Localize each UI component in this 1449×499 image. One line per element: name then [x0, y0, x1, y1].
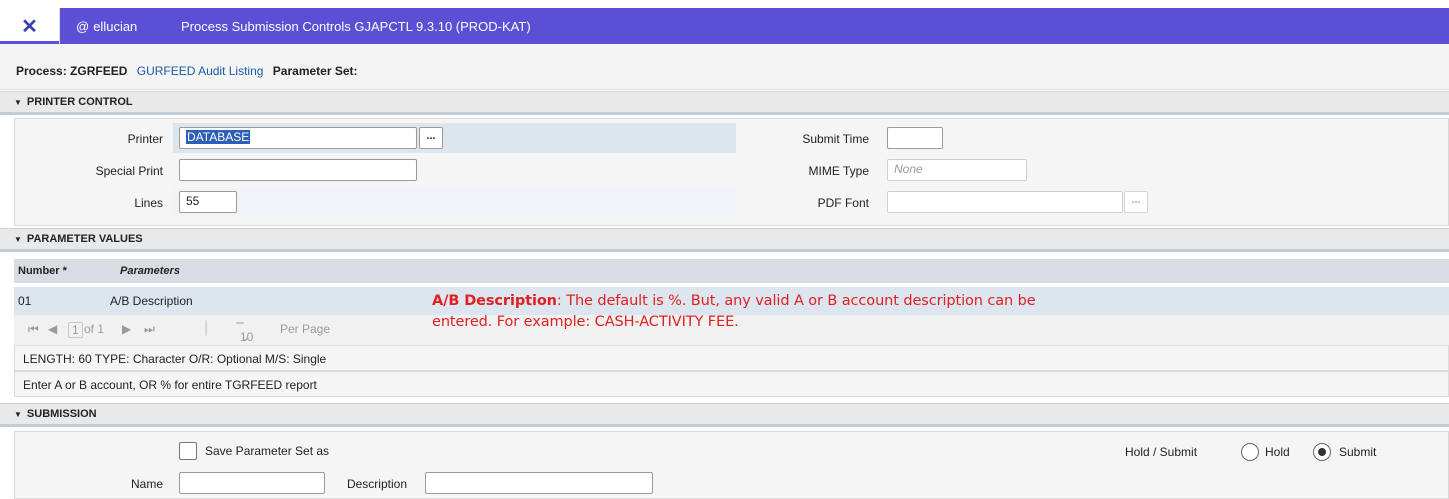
- hold-submit-label: Hold / Submit: [1125, 445, 1198, 459]
- first-page-icon[interactable]: ⏮: [28, 322, 39, 337]
- lines-label: Lines: [134, 196, 163, 210]
- logo-text: ellucian: [93, 18, 138, 34]
- lines-row-bg: [173, 187, 736, 217]
- row-parameter: A/B Description: [110, 294, 193, 308]
- process-label: Process:: [16, 64, 67, 78]
- annotation-line1: : The default is %. But, any valid A or …: [556, 293, 1036, 309]
- process-code: ZGRFEED: [70, 64, 128, 78]
- lines-input[interactable]: 55: [179, 191, 237, 213]
- parameter-help-line: Enter A or B account, OR % for entire TG…: [14, 371, 1449, 397]
- prev-page-icon[interactable]: ◀: [48, 322, 57, 336]
- process-name-link[interactable]: GURFEED Audit Listing: [137, 64, 264, 78]
- page-of-text: of 1: [84, 322, 105, 336]
- name-input[interactable]: [179, 472, 325, 494]
- printer-lookup-button[interactable]: ...: [419, 127, 443, 149]
- special-print-input[interactable]: [179, 159, 417, 181]
- parameters-table-header: Number * Parameters: [14, 259, 1449, 283]
- mime-type-input[interactable]: None: [887, 159, 1027, 181]
- pdf-font-lookup-button[interactable]: ...: [1124, 191, 1148, 213]
- collapse-triangle-icon: ▼: [14, 234, 22, 244]
- row-number: 01: [18, 294, 32, 308]
- submit-radio-label: Submit: [1339, 445, 1377, 459]
- page-title: Process Submission Controls GJAPCTL 9.3.…: [181, 18, 531, 34]
- parameter-info-line: LENGTH: 60 TYPE: Character O/R: Optional…: [14, 345, 1449, 371]
- section-title: PARAMETER VALUES: [26, 233, 143, 245]
- printer-label: Printer: [127, 132, 163, 146]
- collapse-triangle-icon: ▼: [14, 97, 22, 107]
- ellucian-logo-icon: @: [76, 18, 90, 34]
- section-title: SUBMISSION: [26, 408, 97, 420]
- close-icon: ✕: [21, 15, 38, 38]
- description-input[interactable]: [425, 472, 653, 494]
- name-label: Name: [130, 477, 163, 491]
- page-number-input[interactable]: 1: [68, 322, 83, 338]
- column-header-parameters[interactable]: Parameters: [120, 265, 180, 277]
- submit-time-input[interactable]: [887, 127, 943, 149]
- chevron-down-icon: ⌄: [240, 330, 251, 344]
- submission-section-header[interactable]: ▼ SUBMISSION: [0, 403, 1449, 427]
- annotation-note: A/B Description: The default is %. But, …: [432, 291, 1036, 333]
- mime-type-label: MIME Type: [808, 164, 869, 178]
- last-page-icon[interactable]: ⏭: [144, 322, 155, 337]
- printer-control-section-header[interactable]: ▼ PRINTER CONTROL: [0, 91, 1449, 115]
- annotation-bold: A/B Description: [432, 293, 557, 309]
- save-parameter-set-label: Save Parameter Set as: [205, 444, 330, 458]
- parameter-values-section-header[interactable]: ▼ PARAMETER VALUES: [0, 228, 1449, 252]
- section-title: PRINTER CONTROL: [26, 96, 133, 108]
- per-page-label: Per Page: [280, 322, 331, 336]
- process-info-bar: Process: ZGRFEED GURFEED Audit Listing P…: [0, 44, 1449, 90]
- column-header-number[interactable]: Number *: [18, 265, 67, 277]
- close-button[interactable]: ✕: [0, 8, 60, 44]
- description-label: Description: [346, 477, 407, 491]
- submission-panel: Save Parameter Set as Name Description H…: [14, 431, 1449, 499]
- printer-control-panel: Printer DATABASE ... Special Print Lines…: [14, 118, 1449, 226]
- printer-input[interactable]: DATABASE: [179, 127, 417, 149]
- parameter-set-label: Parameter Set:: [272, 64, 358, 78]
- pdf-font-input[interactable]: [887, 191, 1123, 213]
- pdf-font-label: PDF Font: [817, 196, 869, 210]
- collapse-triangle-icon: ▼: [14, 409, 22, 419]
- hold-radio-label: Hold: [1265, 445, 1290, 459]
- app-header-bar: ✕ @ ellucian Process Submission Controls…: [0, 8, 1449, 44]
- submit-time-label: Submit Time: [802, 132, 869, 146]
- next-page-icon[interactable]: ▶: [122, 322, 131, 336]
- special-print-label: Special Print: [95, 164, 163, 178]
- submit-radio[interactable]: [1313, 443, 1331, 461]
- pager-divider: |: [204, 319, 209, 336]
- annotation-line2: entered. For example: CASH-ACTIVITY FEE.: [432, 314, 739, 330]
- ellucian-logo: @ ellucian: [76, 8, 137, 44]
- per-page-select[interactable]: 10 ⌄: [236, 322, 253, 344]
- hold-radio[interactable]: [1241, 443, 1259, 461]
- save-parameter-set-checkbox[interactable]: [179, 442, 197, 460]
